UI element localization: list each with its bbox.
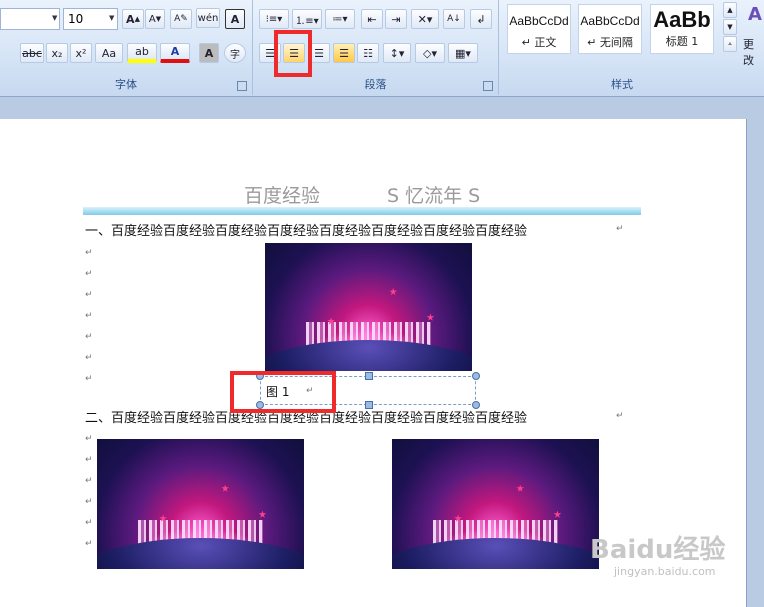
styles-group: AaBbCcDd ↵ 正文 AaBbCcDd ↵ 无间隔 AaBb 标题 1 ▲… xyxy=(500,0,764,95)
header-title: 百度经验 xyxy=(244,185,321,207)
paragraph-group-label: 段落 xyxy=(364,78,387,91)
font-color-button[interactable]: A xyxy=(160,43,190,63)
style-name: ↵ 正文 xyxy=(521,36,557,49)
watermark-brand: Baidu经验 xyxy=(590,535,726,565)
style-name: 标题 1 xyxy=(665,35,699,48)
return-mark: ↵ xyxy=(85,476,93,486)
char-border-button[interactable]: A xyxy=(225,9,245,29)
enclose-char-button[interactable]: 字 xyxy=(224,43,246,63)
header-rule xyxy=(83,207,641,215)
styles-more-button[interactable]: ⩡ xyxy=(723,36,737,52)
shading-button[interactable]: ◇▾ xyxy=(415,43,445,63)
return-mark: ↵ xyxy=(85,497,93,507)
dialog-launcher-icon[interactable] xyxy=(483,81,493,91)
justify-button[interactable]: ☰ xyxy=(333,43,355,63)
superscript-button[interactable]: x² xyxy=(70,43,92,63)
return-mark: ↵ xyxy=(85,311,93,321)
styles-scroll-up-button[interactable]: ▲ xyxy=(723,2,737,18)
font-group: ▼ 10 ▼ A ▲ A ▼ A✎ wén A abc x₂ x² Aa ab A … xyxy=(0,0,253,95)
header-subtitle: S 忆流年 S xyxy=(387,185,481,207)
document-image[interactable] xyxy=(265,243,472,371)
phonetic-guide-button[interactable]: wén xyxy=(196,8,220,28)
star-icon xyxy=(389,287,398,296)
font-group-label: 字体 xyxy=(115,78,137,91)
multilevel-list-button[interactable]: ≔▾ xyxy=(325,9,355,29)
planet-shape xyxy=(97,537,304,569)
styles-group-label: 样式 xyxy=(611,78,633,91)
char-shading-button[interactable]: A xyxy=(199,43,219,63)
chevron-down-icon[interactable]: ▼ xyxy=(109,14,114,22)
chevron-down-icon[interactable]: ▼ xyxy=(52,14,57,22)
shrink-font-button[interactable]: A ▼ xyxy=(145,9,165,29)
change-styles-label[interactable]: 更改 xyxy=(743,36,764,68)
resize-handle[interactable] xyxy=(365,372,373,380)
distribute-button[interactable]: ☷ xyxy=(357,43,379,63)
numbering-button[interactable]: ⒈≡▾ xyxy=(292,9,322,29)
bullets-button[interactable]: ⁝≡▾ xyxy=(259,9,289,29)
chinese-layout-button[interactable]: ✕▾ xyxy=(411,9,439,29)
style-name: ↵ 无间隔 xyxy=(587,36,633,49)
resize-handle[interactable] xyxy=(472,372,480,380)
highlight-box xyxy=(274,30,312,77)
decrease-indent-button[interactable]: ⇤ xyxy=(361,9,383,29)
star-icon xyxy=(426,313,435,321)
return-mark: ↵ xyxy=(85,518,93,528)
dialog-launcher-icon[interactable] xyxy=(237,81,247,91)
document-image[interactable] xyxy=(392,439,599,569)
change-styles-icon[interactable]: A xyxy=(748,4,762,25)
watermark-url: jingyan.baidu.com xyxy=(614,565,716,578)
paragraph-1[interactable]: 一、百度经验百度经验百度经验百度经验百度经验百度经验百度经验百度经验 xyxy=(85,220,527,239)
borders-button[interactable]: ▦▾ xyxy=(448,43,478,63)
line-spacing-button[interactable]: ↕▾ xyxy=(383,43,411,63)
return-mark: ↵ xyxy=(85,434,93,444)
ribbon: ▼ 10 ▼ A ▲ A ▼ A✎ wén A abc x₂ x² Aa ab A … xyxy=(0,0,764,97)
return-mark: ↵ xyxy=(85,332,93,342)
return-mark: ↵ xyxy=(616,411,624,421)
return-mark: ↵ xyxy=(85,539,93,549)
style-sample: AaBbCcDd xyxy=(509,14,569,28)
watermark-logo: Baidu经验 xyxy=(590,529,725,566)
star-icon xyxy=(516,484,525,492)
star-icon xyxy=(553,510,562,518)
return-mark: ↵ xyxy=(85,374,93,384)
return-mark: ↵ xyxy=(85,290,93,300)
return-mark: ↵ xyxy=(85,269,93,279)
style-normal[interactable]: AaBbCcDd ↵ 正文 xyxy=(507,4,571,54)
return-mark: ↵ xyxy=(85,455,93,465)
clear-format-button[interactable]: A✎ xyxy=(170,9,192,29)
planet-shape xyxy=(265,340,472,371)
star-icon xyxy=(258,510,267,518)
highlight-color-button[interactable]: ab xyxy=(127,43,157,63)
star-icon xyxy=(221,484,230,492)
increase-indent-button[interactable]: ⇥ xyxy=(385,9,407,29)
strikethrough-button[interactable]: abc xyxy=(20,43,44,63)
font-name-select[interactable] xyxy=(0,8,60,30)
return-mark: ↵ xyxy=(85,248,93,258)
styles-scroll-down-button[interactable]: ▼ xyxy=(723,19,737,35)
grow-font-button[interactable]: A ▲ xyxy=(122,9,144,29)
highlight-box xyxy=(230,371,336,413)
return-mark: ↵ xyxy=(616,224,624,234)
show-marks-button[interactable]: ↲ xyxy=(470,9,492,29)
style-heading-1[interactable]: AaBb 标题 1 xyxy=(650,4,714,54)
planet-shape xyxy=(392,537,599,569)
return-mark: ↵ xyxy=(85,353,93,363)
change-case-button[interactable]: Aa xyxy=(95,43,123,63)
sort-button[interactable]: A↓ xyxy=(443,9,465,29)
style-sample: AaBbCcDd xyxy=(580,14,640,28)
document-image[interactable] xyxy=(97,439,304,569)
style-sample: AaBb xyxy=(653,7,711,32)
subscript-button[interactable]: x₂ xyxy=(46,43,68,63)
document-page[interactable]: 百度经验 S 忆流年 S 一、百度经验百度经验百度经验百度经验百度经验百度经验百… xyxy=(0,119,747,607)
style-no-spacing[interactable]: AaBbCcDd ↵ 无间隔 xyxy=(578,4,642,54)
